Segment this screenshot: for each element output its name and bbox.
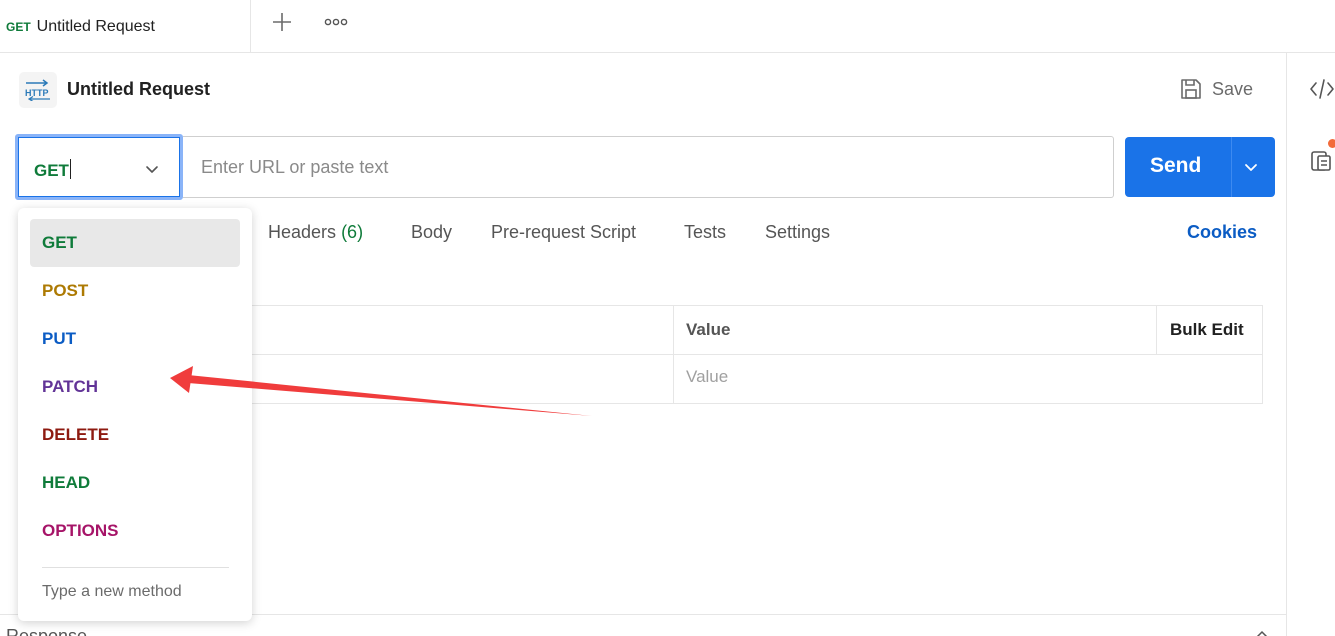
tab-tests[interactable]: Tests [684,222,726,243]
method-option-patch[interactable]: PATCH [30,363,240,411]
tab-bar: GET Untitled Request [0,0,1335,53]
method-option-put[interactable]: PUT [30,315,240,363]
headers-count: (6) [341,222,364,242]
value-input[interactable]: Value [686,367,728,387]
documentation-button[interactable] [1310,146,1335,174]
url-input[interactable] [183,136,1114,198]
cookies-link[interactable]: Cookies [1187,222,1257,243]
value-column-header: Value [686,320,731,339]
tab-settings[interactable]: Settings [765,222,830,243]
response-label[interactable]: Response [6,626,87,636]
method-option-get[interactable]: GET [30,219,240,267]
notification-dot [1328,139,1335,148]
send-label: Send [1150,154,1202,177]
method-select-value: GET [34,159,72,181]
more-tabs-button[interactable] [322,10,350,34]
plus-icon [273,13,291,31]
tab-body[interactable]: Body [411,222,452,243]
request-title[interactable]: Untitled Request [67,79,210,100]
save-button[interactable]: Save [1170,72,1263,106]
send-options-chevron-icon[interactable] [1243,159,1259,175]
http-request-icon: HTTP [19,72,57,108]
method-dropdown: GET POST PUT PATCH DELETE HEAD OPTIONS T… [18,208,252,621]
new-method-input[interactable]: Type a new method [42,583,182,601]
document-icon [1311,151,1331,171]
bulk-edit-button[interactable]: Bulk Edit [1170,320,1244,340]
more-icon [324,18,348,26]
save-icon [1181,79,1201,99]
tab-headers[interactable]: Headers (6) [268,222,363,243]
method-option-delete[interactable]: DELETE [30,411,240,459]
tab-pre-request-script[interactable]: Pre-request Script [491,222,636,243]
text-caret [69,159,72,179]
method-option-post[interactable]: POST [30,267,240,315]
method-select[interactable]: GET [15,134,183,200]
tab-title: Untitled Request [36,17,155,35]
new-tab-button[interactable] [268,8,296,36]
method-option-head[interactable]: HEAD [30,459,240,507]
save-label: Save [1212,78,1254,99]
chevron-up-icon[interactable] [1255,628,1269,636]
code-icon [1310,79,1334,99]
svg-text:HTTP: HTTP [25,88,49,98]
request-tab-untitled[interactable]: GET Untitled Request [0,0,251,53]
send-button[interactable]: Send [1125,137,1275,197]
params-table: Value Bulk Edit Value [252,305,1263,404]
chevron-down-icon [146,166,158,173]
tab-method-label: GET [6,19,31,34]
code-snippet-button[interactable] [1308,76,1335,102]
method-option-options[interactable]: OPTIONS [30,507,240,555]
